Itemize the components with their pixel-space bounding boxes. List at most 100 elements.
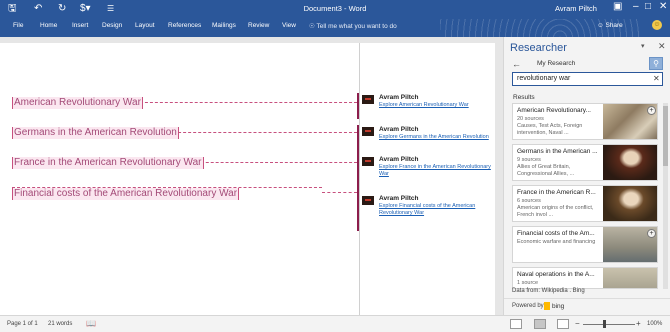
document-page[interactable]: American Revolutionary War Germans in th… xyxy=(0,43,495,315)
result-card[interactable]: Germans in the American ... 9 sources Al… xyxy=(512,144,658,181)
search-button[interactable]: ⚲ xyxy=(649,57,663,70)
tab-design[interactable]: Design xyxy=(102,22,122,29)
user-name[interactable]: Avram Piltch xyxy=(555,4,597,13)
comment-connector xyxy=(130,102,357,103)
comment-link[interactable]: Explore American Revolutionary War xyxy=(379,102,491,109)
comment-margin-divider xyxy=(359,43,360,315)
zoom-slider-thumb[interactable] xyxy=(603,320,606,328)
tab-mailings[interactable]: Mailings xyxy=(212,22,236,29)
read-mode-button[interactable] xyxy=(510,319,522,329)
tab-references[interactable]: References xyxy=(168,22,201,29)
add-icon[interactable]: + xyxy=(647,106,656,115)
share-button[interactable]: ☺ Share xyxy=(597,22,623,29)
clear-search-icon[interactable]: ✕ xyxy=(653,74,660,83)
result-snippet: Economic warfare and financing xyxy=(517,239,596,245)
ribbon-tabs: File Home Insert Design Layout Reference… xyxy=(0,19,670,56)
result-thumbnail xyxy=(603,145,657,180)
tab-review[interactable]: Review xyxy=(248,22,269,29)
result-snippet: American origins of the conflict, French… xyxy=(517,205,594,218)
person-icon: ☺ xyxy=(597,22,604,29)
avatar xyxy=(362,196,374,205)
avatar xyxy=(362,95,374,104)
result-card[interactable]: American Revolutionary... 20 sources Cau… xyxy=(512,103,658,140)
zoom-slider[interactable] xyxy=(583,324,635,325)
bing-logo-icon xyxy=(544,302,550,310)
comment-author: Avram Piltch xyxy=(379,126,419,133)
tab-layout[interactable]: Layout xyxy=(135,22,155,29)
result-details: 1 source xyxy=(517,280,599,287)
tell-me-label: Tell me what you want to do xyxy=(316,23,397,30)
avatar xyxy=(362,157,374,166)
tab-home[interactable]: Home xyxy=(40,22,57,29)
print-layout-button[interactable] xyxy=(534,319,546,329)
result-sources: 20 sources xyxy=(517,116,544,122)
scrollbar-thumb[interactable] xyxy=(663,106,668,166)
pane-options-icon[interactable]: ▾ xyxy=(641,42,645,50)
zoom-level[interactable]: 100% xyxy=(647,321,662,327)
zoom-out-icon[interactable]: − xyxy=(575,319,580,328)
paragraph-heading[interactable]: France in the American Revolutionary War xyxy=(12,157,204,169)
feedback-smiley-icon[interactable]: ☺ xyxy=(652,20,662,30)
lightbulb-icon: ☉ xyxy=(309,23,315,30)
powered-by-label: Powered by xyxy=(512,303,544,309)
web-layout-button[interactable] xyxy=(557,319,569,329)
powered-by-footer: Powered by bing xyxy=(504,298,670,315)
page-count[interactable]: Page 1 of 1 xyxy=(7,321,38,327)
results-scrollbar[interactable] xyxy=(663,103,668,289)
bing-label: bing xyxy=(552,303,565,310)
add-icon[interactable]: + xyxy=(647,229,656,238)
paragraph-heading[interactable]: American Revolutionary War xyxy=(12,97,143,109)
result-card[interactable]: Financial costs of the Am... Economic wa… xyxy=(512,226,658,263)
data-source-note: Data from: Wikipedia . Bing xyxy=(512,288,585,294)
comment-connector xyxy=(186,162,357,163)
result-details: 9 sources Allies of Great Britain, Congr… xyxy=(517,157,599,178)
result-snippet: Allies of Great Britain, Congressional A… xyxy=(517,164,575,177)
status-bar: Page 1 of 1 21 words 📖 − + 100% xyxy=(0,315,670,332)
result-details: Economic warfare and financing xyxy=(517,239,599,246)
result-card[interactable]: France in the American R... 6 sources Am… xyxy=(512,185,658,222)
tell-me-search[interactable]: ☉ Tell me what you want to do xyxy=(309,22,397,30)
proofing-icon[interactable]: 📖 xyxy=(86,319,96,328)
comment-link[interactable]: Explore Financial costs of the American … xyxy=(379,203,491,217)
back-arrow-icon[interactable]: ← xyxy=(512,59,521,69)
comment-connector xyxy=(163,132,357,133)
result-thumbnail xyxy=(603,268,657,288)
result-sources: 1 source xyxy=(517,280,539,286)
comment-connector xyxy=(322,192,357,193)
result-details: 20 sources Causes, Test Acts, Foreign in… xyxy=(517,116,599,137)
comment-bar xyxy=(357,93,359,119)
tab-view[interactable]: View xyxy=(282,22,296,29)
comment-bar xyxy=(357,125,359,159)
result-title: American Revolutionary... xyxy=(517,107,591,114)
document-area: American Revolutionary War Germans in th… xyxy=(0,37,503,315)
title-bar: 🖫 ↶ ↻ $▾ ☰ Document3 - Word Avram Piltch… xyxy=(0,0,670,19)
comment-author: Avram Piltch xyxy=(379,94,419,101)
maximize-icon[interactable]: □ xyxy=(645,1,651,12)
tab-file[interactable]: File xyxy=(13,22,23,29)
paragraph-heading[interactable]: Germans in the American Revolution xyxy=(12,127,179,139)
result-card[interactable]: Naval operations in the A... 1 source xyxy=(512,267,658,289)
close-icon[interactable]: ✕ xyxy=(659,1,667,12)
result-snippet: Causes, Test Acts, Foreign intervention,… xyxy=(517,123,583,136)
my-research-label: My Research xyxy=(537,60,576,67)
paragraph-heading[interactable]: Financial costs of the American Revoluti… xyxy=(12,188,240,200)
pane-close-icon[interactable]: ✕ xyxy=(658,41,666,52)
result-details: 6 sources American origins of the confli… xyxy=(517,198,599,219)
comment-author: Avram Piltch xyxy=(379,156,419,163)
zoom-in-icon[interactable]: + xyxy=(636,319,641,328)
avatar xyxy=(362,127,374,136)
result-title: France in the American R... xyxy=(517,189,596,196)
comment-link[interactable]: Explore France in the American Revolutio… xyxy=(379,164,491,178)
minimize-icon[interactable]: – xyxy=(633,1,639,12)
comment-link[interactable]: Explore Germans in the American Revoluti… xyxy=(379,134,491,141)
word-count[interactable]: 21 words xyxy=(48,321,72,327)
result-title: Germans in the American ... xyxy=(517,148,597,155)
ribbon-display-icon[interactable]: ▣ xyxy=(613,1,622,12)
pane-title: Researcher xyxy=(510,42,567,54)
comment-bar xyxy=(357,186,359,231)
result-title: Naval operations in the A... xyxy=(517,271,595,278)
result-sources: 6 sources xyxy=(517,198,541,204)
tab-insert[interactable]: Insert xyxy=(72,22,88,29)
result-sources: 9 sources xyxy=(517,157,541,163)
search-input[interactable]: revolutionary war xyxy=(512,72,663,86)
